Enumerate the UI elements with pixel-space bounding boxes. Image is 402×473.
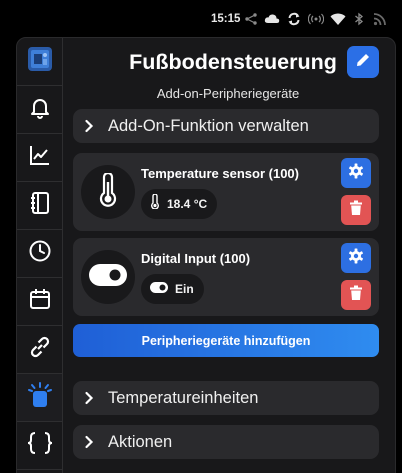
- section-label: Aktionen: [108, 432, 173, 451]
- device-value: 18.4 °C: [167, 197, 208, 211]
- gear-icon: [348, 163, 364, 184]
- pencil-icon: [354, 51, 372, 74]
- link-icon: [27, 334, 53, 365]
- cloud-icon: [264, 12, 280, 26]
- edit-button[interactable]: [347, 46, 379, 78]
- sync-icon: [287, 12, 301, 26]
- thermometer-small-icon: [150, 193, 160, 214]
- section-label: Add-On-Funktion verwalten: [108, 116, 309, 135]
- section-actions[interactable]: Aktionen: [73, 425, 379, 459]
- share-icon: [244, 12, 258, 26]
- braces-icon: [26, 431, 54, 460]
- sidebar-item-peripherals[interactable]: [17, 374, 62, 422]
- device-name: Temperature sensor (100): [141, 166, 299, 181]
- rss-icon: [373, 12, 387, 26]
- toggle-small-icon: [150, 280, 168, 298]
- trash-icon: [349, 285, 363, 306]
- sidebar-item-schedule[interactable]: [17, 230, 62, 278]
- clock-icon: [28, 239, 52, 268]
- chart-line-icon: [28, 143, 52, 172]
- chevron-right-icon: [84, 119, 98, 133]
- device-delete-button[interactable]: [341, 280, 371, 310]
- device-name: Digital Input (100): [141, 251, 251, 266]
- toggle-icon: [89, 263, 127, 291]
- sidebar-item-charts[interactable]: [17, 134, 62, 182]
- status-time: 15:15: [211, 13, 241, 25]
- gear-icon: [348, 248, 364, 269]
- bluetooth-icon: [354, 12, 364, 26]
- device-delete-button[interactable]: [341, 195, 371, 225]
- device-value-pill: 18.4 °C: [141, 189, 218, 219]
- logo-icon: [27, 46, 53, 77]
- device-value: Ein: [175, 282, 194, 296]
- add-peripherals-button[interactable]: Peripheriegeräte hinzufügen: [73, 324, 379, 357]
- sidebar-item-calendar[interactable]: [17, 278, 62, 326]
- device-card: Temperature sensor (100) 18.4 °C: [73, 153, 379, 231]
- sidebar-item-notifications[interactable]: [17, 86, 62, 134]
- sidebar-item-code[interactable]: [17, 422, 62, 470]
- device-card: Digital Input (100) Ein: [73, 238, 379, 316]
- sidebar-item-links[interactable]: [17, 326, 62, 374]
- device-icon-circle: [81, 250, 135, 304]
- device-icon-circle: [81, 165, 135, 219]
- bell-icon: [28, 95, 52, 124]
- app-window: Fußbodensteuerung Add-on-Peripheriegerät…: [16, 37, 396, 473]
- hotspot-icon: [307, 12, 325, 26]
- section-label: Temperatureinheiten: [108, 388, 259, 407]
- wifi-icon: [330, 12, 346, 26]
- status-bar: 15:15: [0, 0, 402, 34]
- sidebar: [17, 38, 63, 473]
- section-temperature-units[interactable]: Temperatureinheiten: [73, 381, 379, 415]
- page-subtitle: Add-on-Peripheriegeräte: [156, 86, 300, 101]
- thermometer-icon: [97, 171, 119, 212]
- section-manage-addon[interactable]: Add-On-Funktion verwalten: [73, 109, 379, 143]
- chevron-right-icon: [84, 391, 98, 405]
- sidebar-item-logo[interactable]: [17, 38, 62, 86]
- peripheral-icon: [27, 381, 53, 414]
- main-content: Fußbodensteuerung Add-on-Peripheriegerät…: [63, 38, 395, 473]
- device-settings-button[interactable]: [341, 243, 371, 273]
- device-value-pill: Ein: [141, 274, 204, 304]
- sidebar-item-notebook[interactable]: [17, 182, 62, 230]
- page-title: Fußbodensteuerung: [129, 50, 337, 74]
- calendar-icon: [28, 287, 52, 316]
- trash-icon: [349, 200, 363, 221]
- chevron-right-icon: [84, 435, 98, 449]
- device-settings-button[interactable]: [341, 158, 371, 188]
- notebook-icon: [28, 191, 52, 220]
